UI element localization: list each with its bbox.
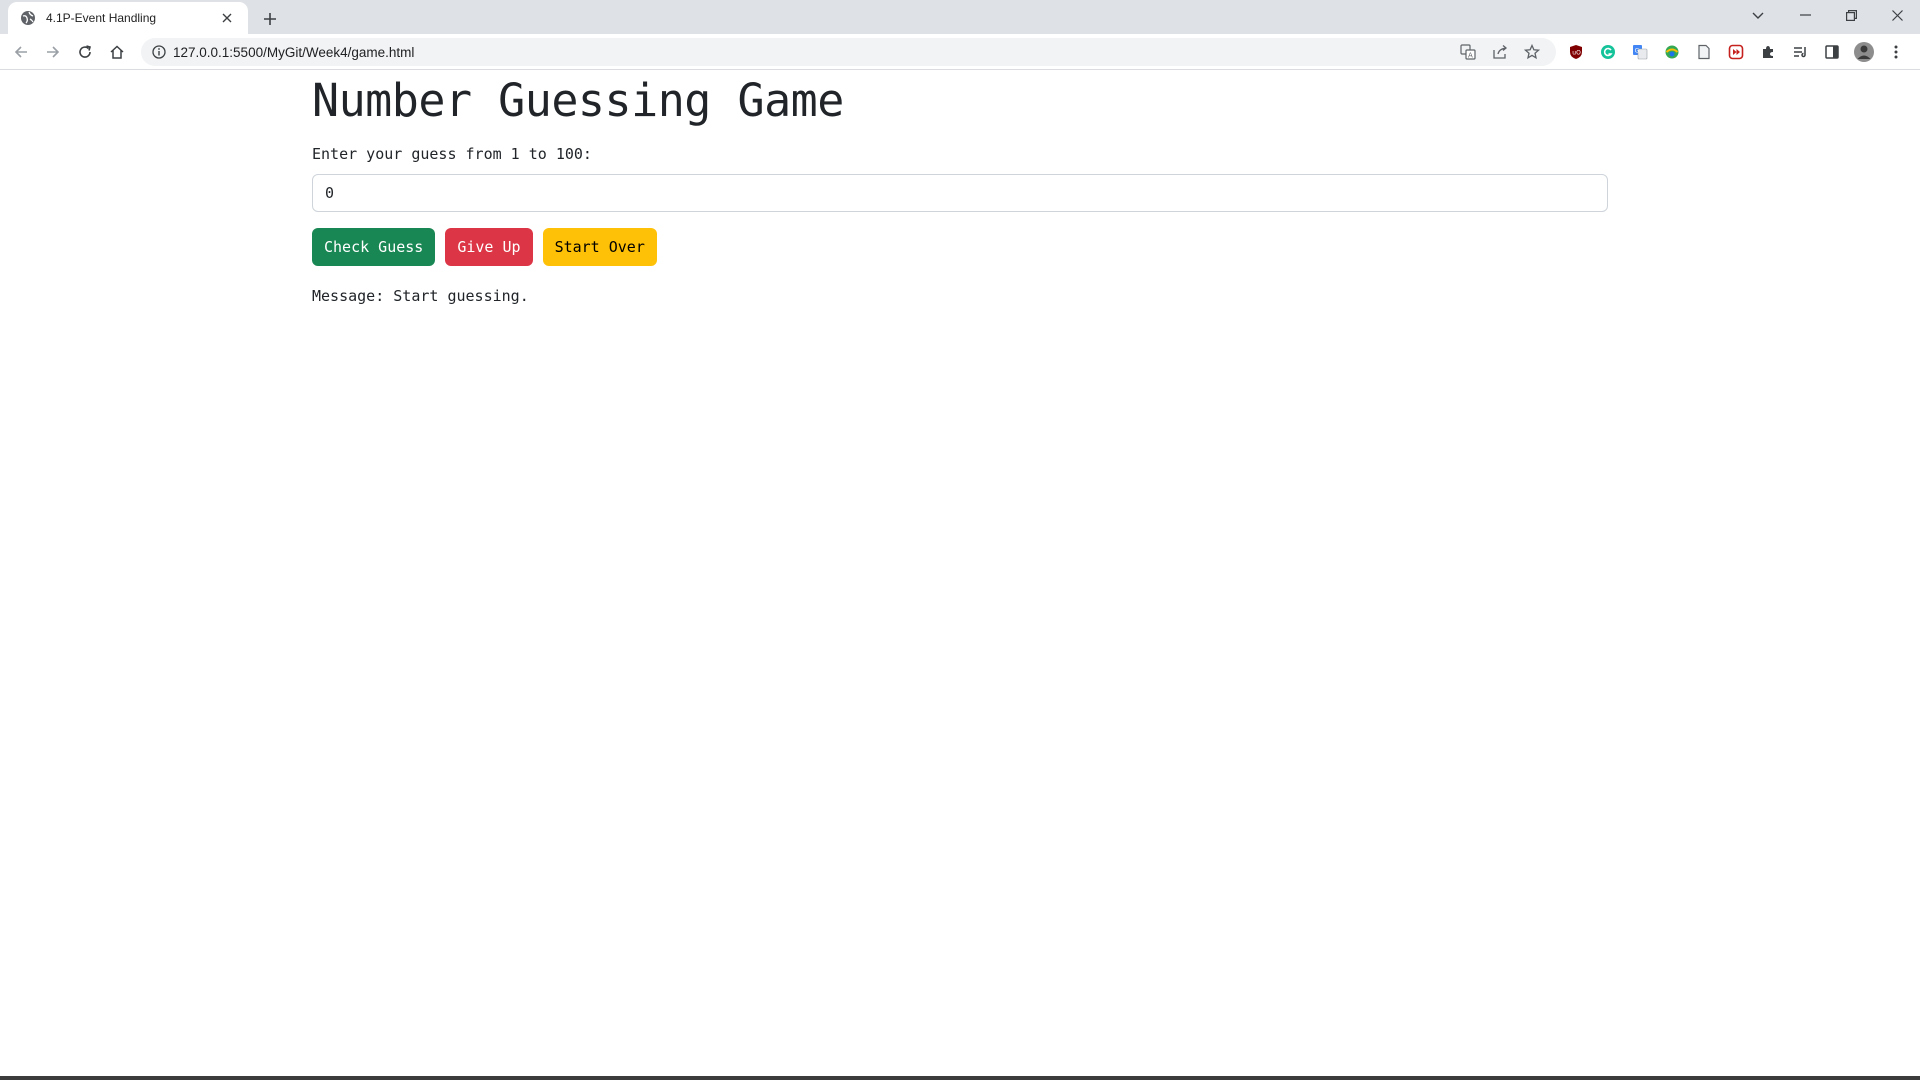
browser-toolbar: 127.0.0.1:5500/MyGit/Week4/game.html A u… bbox=[0, 34, 1920, 70]
omnibox-actions: A bbox=[1458, 42, 1542, 62]
grammarly-icon[interactable] bbox=[1596, 40, 1620, 64]
close-icon[interactable] bbox=[218, 9, 236, 27]
puzzle-icon[interactable] bbox=[1756, 40, 1780, 64]
star-icon[interactable] bbox=[1522, 42, 1542, 62]
more-vert-icon[interactable] bbox=[1884, 40, 1908, 64]
extensions-bar: uO G bbox=[1564, 40, 1908, 64]
guess-input[interactable] bbox=[312, 174, 1608, 212]
browser-tab[interactable]: 4.1P-Event Handling bbox=[8, 2, 248, 34]
ublock-icon[interactable]: uO bbox=[1564, 40, 1588, 64]
svg-text:uO: uO bbox=[1572, 50, 1581, 57]
document-icon[interactable] bbox=[1692, 40, 1716, 64]
svg-text:G: G bbox=[1635, 48, 1640, 55]
page-viewport: Number Guessing Game Enter your guess fr… bbox=[0, 71, 1920, 1076]
extension-globe-icon[interactable] bbox=[1660, 40, 1684, 64]
message-text: Message: Start guessing. bbox=[312, 287, 529, 305]
side-panel-icon[interactable] bbox=[1820, 40, 1844, 64]
media-icon[interactable] bbox=[1724, 40, 1748, 64]
translate-icon[interactable]: A bbox=[1458, 42, 1478, 62]
close-window-icon[interactable] bbox=[1874, 0, 1920, 30]
restore-icon[interactable] bbox=[1828, 0, 1874, 30]
give-up-button[interactable]: Give Up bbox=[445, 228, 533, 266]
reload-icon[interactable] bbox=[72, 39, 98, 65]
game-container: Number Guessing Game Enter your guess fr… bbox=[312, 71, 1608, 306]
page-title: Number Guessing Game bbox=[312, 74, 844, 127]
taskbar-edge bbox=[0, 1076, 1920, 1080]
minimize-icon[interactable] bbox=[1782, 0, 1828, 30]
url-text: 127.0.0.1:5500/MyGit/Week4/game.html bbox=[173, 44, 415, 60]
tab-title: 4.1P-Event Handling bbox=[46, 11, 157, 25]
info-icon[interactable] bbox=[145, 38, 173, 66]
button-row: Check Guess Give Up Start Over bbox=[312, 228, 1608, 266]
share-icon[interactable] bbox=[1490, 42, 1510, 62]
svg-text:A: A bbox=[1468, 52, 1473, 60]
chevron-down-icon[interactable] bbox=[1744, 3, 1772, 29]
plus-icon[interactable] bbox=[258, 7, 282, 31]
globe-icon bbox=[20, 10, 36, 26]
window-controls bbox=[1782, 0, 1920, 30]
google-translate-icon[interactable]: G bbox=[1628, 40, 1652, 64]
profile-avatar[interactable] bbox=[1852, 40, 1876, 64]
tab-strip: 4.1P-Event Handling bbox=[0, 0, 1920, 34]
reading-list-icon[interactable] bbox=[1788, 40, 1812, 64]
guess-label: Enter your guess from 1 to 100: bbox=[312, 145, 592, 163]
start-over-button[interactable]: Start Over bbox=[542, 228, 657, 266]
arrow-right-icon[interactable] bbox=[40, 39, 66, 65]
home-icon[interactable] bbox=[104, 39, 130, 65]
arrow-left-icon[interactable] bbox=[8, 39, 34, 65]
check-guess-button[interactable]: Check Guess bbox=[312, 228, 436, 266]
address-bar[interactable]: 127.0.0.1:5500/MyGit/Week4/game.html A bbox=[141, 38, 1556, 66]
